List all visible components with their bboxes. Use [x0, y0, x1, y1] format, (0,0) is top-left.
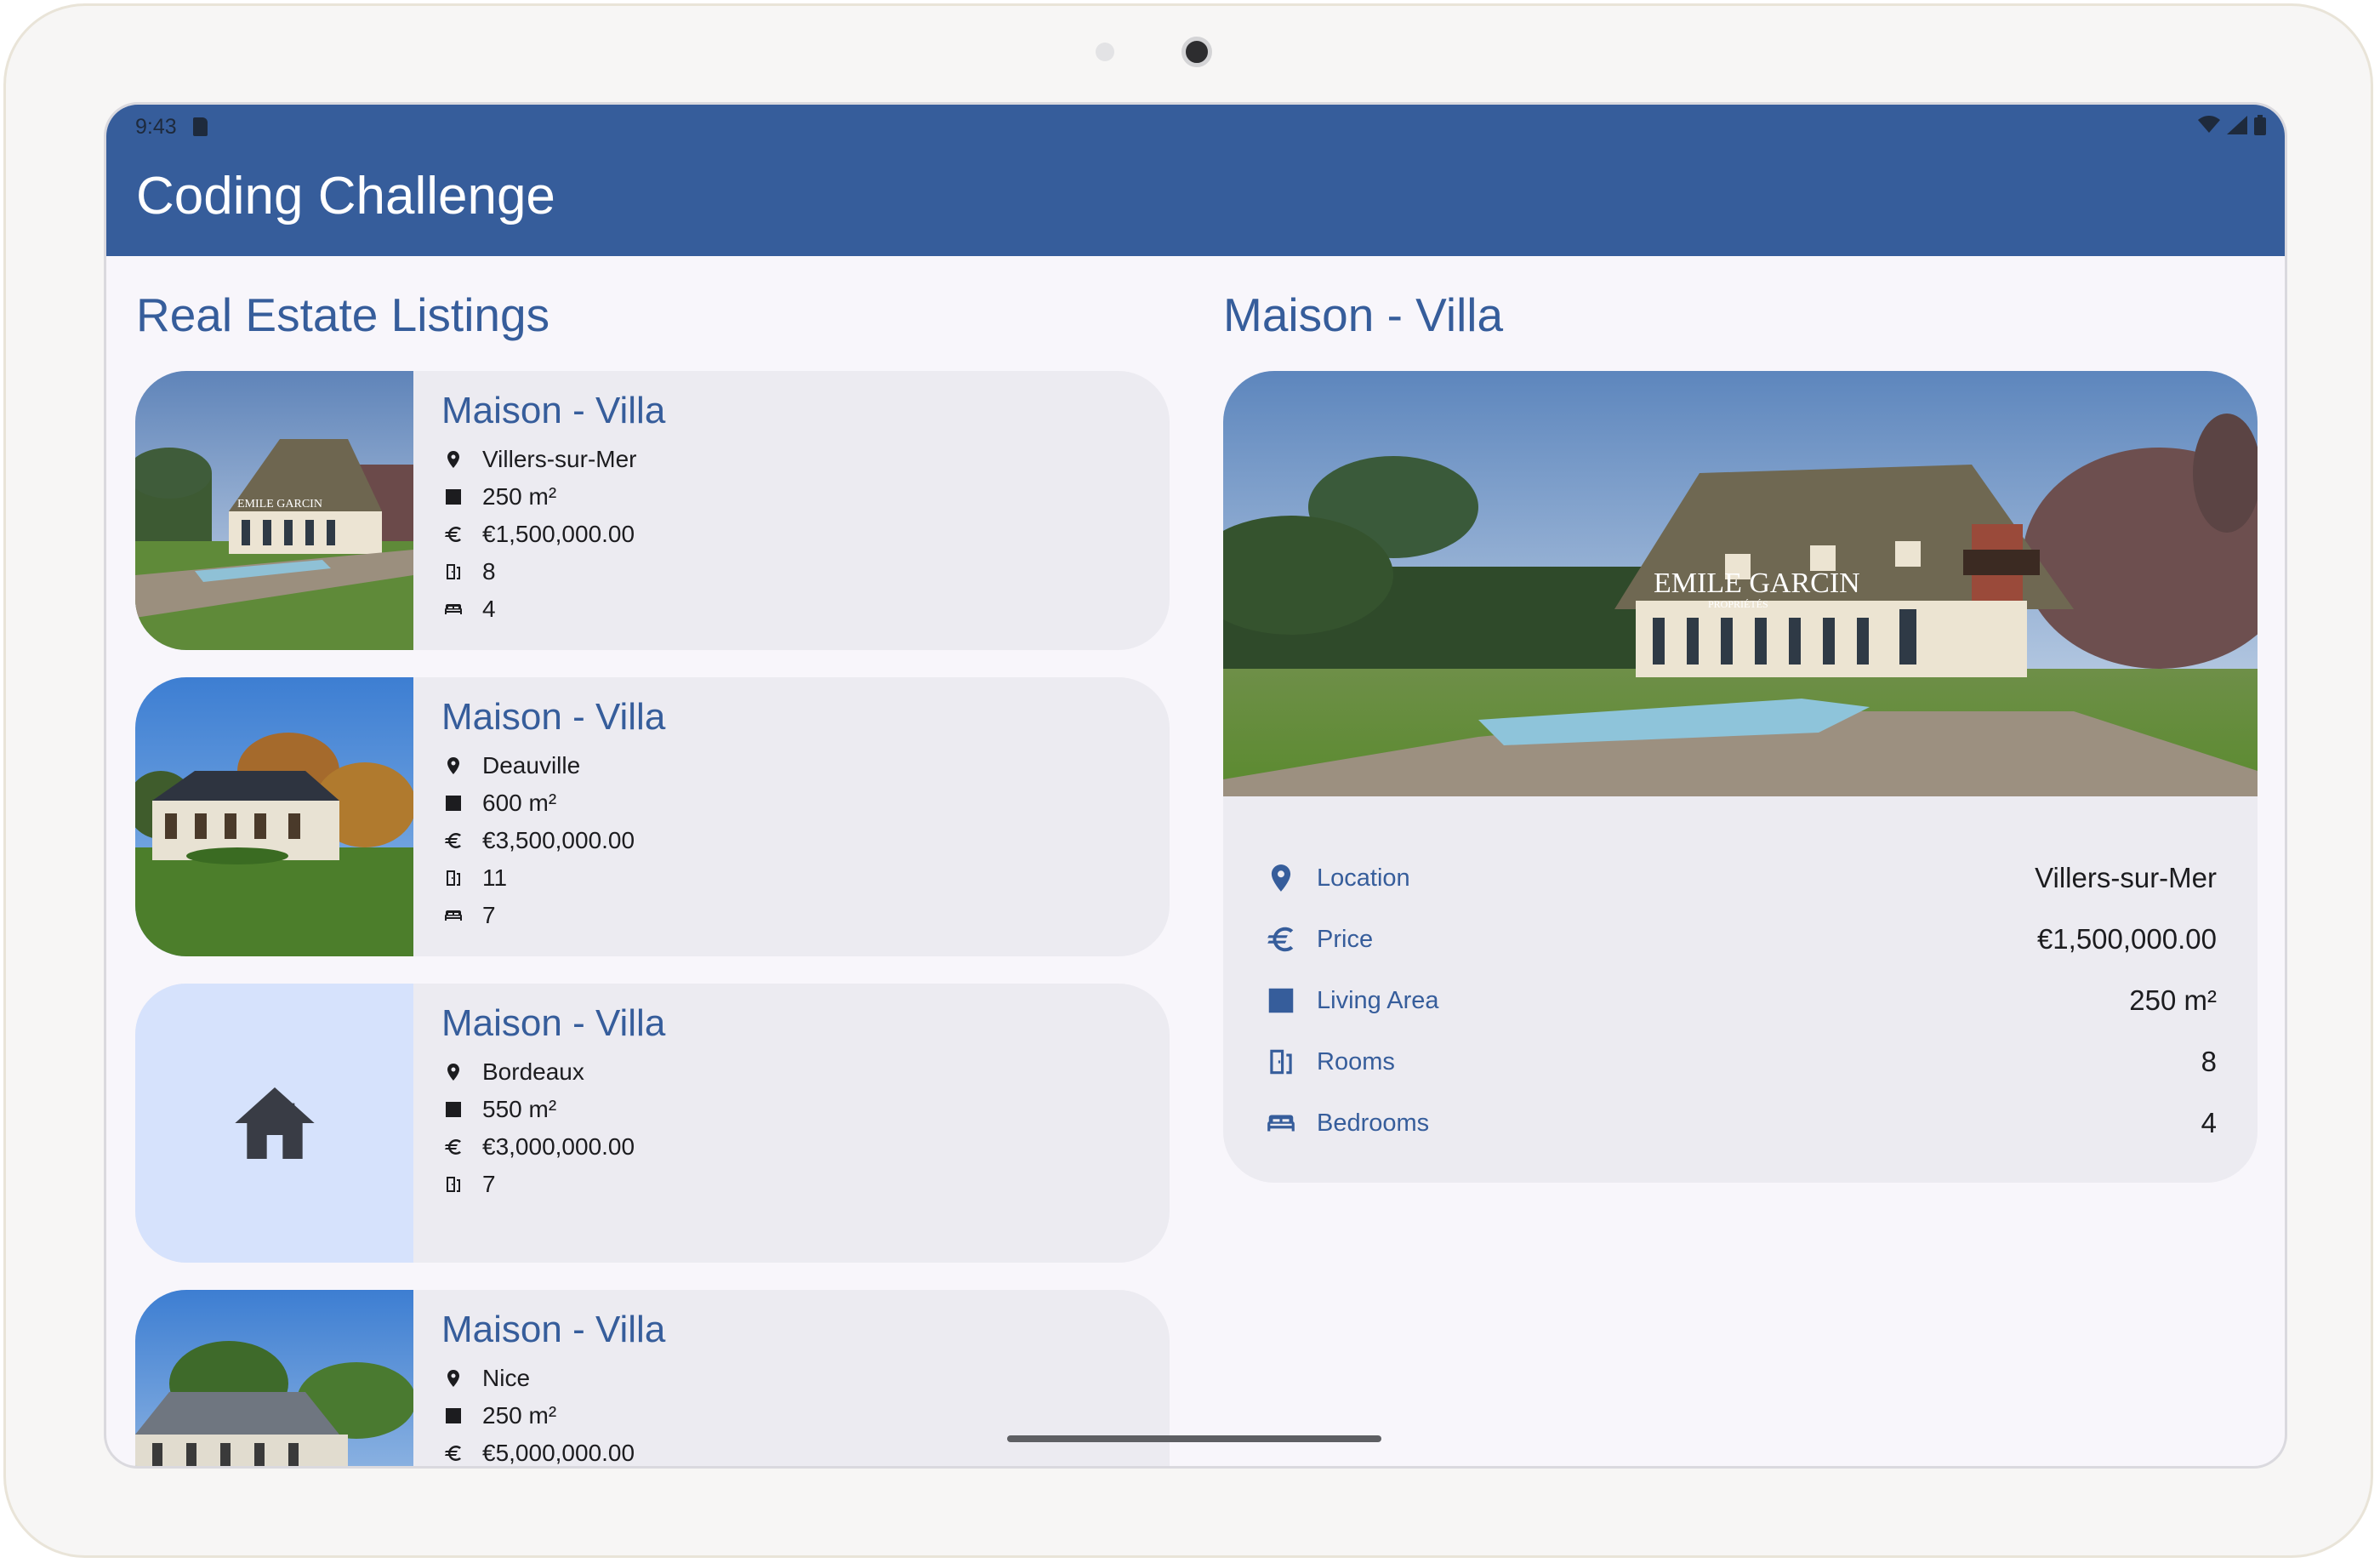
top-app-bar: 9:43 Coding Challenge: [106, 105, 2285, 256]
listing-price: €1,500,000.00: [482, 521, 635, 547]
detail-row-living-area: Living Area 250 m²: [1264, 970, 2217, 1031]
listing-price: €5,000,000.00: [482, 1440, 635, 1466]
listing-details: Maison - Villa Villers-sur-Mer 250 m² €1…: [441, 390, 665, 628]
sim-card-icon: [193, 117, 208, 136]
detail-label: Living Area: [1317, 986, 1439, 1014]
signal-icon: [2227, 116, 2247, 134]
location-pin-icon: [441, 448, 465, 471]
listing-photo: [135, 677, 413, 956]
location-pin-icon: [441, 754, 465, 778]
sensor-dot: [1096, 43, 1114, 61]
square-icon: [441, 485, 465, 509]
detail-row-location: Location Villers-sur-Mer: [1264, 847, 2217, 909]
detail-photo-watermark-sub: PROPRIÉTÉS: [1708, 598, 1768, 610]
listing-price: €3,000,000.00: [482, 1133, 635, 1160]
listing-photo-placeholder: [135, 984, 413, 1263]
status-time: 9:43: [135, 115, 177, 139]
euro-icon: [441, 1135, 465, 1159]
camera-lens: [1181, 37, 1212, 67]
listing-title: Maison - Villa: [441, 390, 666, 431]
listings-heading: Real Estate Listings: [136, 288, 550, 341]
listing-rooms: 7: [482, 1171, 496, 1197]
square-icon: [441, 1404, 465, 1428]
detail-value: 4: [2201, 1107, 2217, 1138]
listing-photo-watermark: EMILE GARCIN: [237, 498, 322, 511]
euro-icon: [1264, 922, 1298, 956]
listing-details: Maison - Villa Deauville 600 m² €3,500,0…: [441, 696, 665, 934]
detail-row-bedrooms: Bedrooms 4: [1264, 1092, 2217, 1154]
status-icons: [2198, 115, 2266, 135]
listing-area: 250 m²: [482, 483, 557, 510]
listing-photo: EMILE GARCIN: [135, 371, 413, 650]
app-screen: 9:43 Coding Challenge Real Estate Listin…: [104, 102, 2287, 1469]
euro-icon: [441, 1441, 465, 1465]
detail-row-price: Price €1,500,000.00: [1264, 909, 2217, 970]
listing-area: 550 m²: [482, 1096, 557, 1122]
listing-rooms: 8: [482, 558, 496, 585]
wifi-icon: [2198, 116, 2220, 133]
listing-city: Nice: [482, 1365, 531, 1391]
square-icon: [441, 791, 465, 815]
door-icon: [441, 560, 465, 584]
detail-heading: Maison - Villa: [1223, 288, 1504, 341]
listing-details: Maison - Villa Nice 250 m² €5,000,000.00: [441, 1309, 666, 1466]
square-icon: [441, 1098, 465, 1121]
battery-icon: [2254, 115, 2266, 135]
listing-title: Maison - Villa: [441, 1309, 666, 1350]
detail-label: Price: [1317, 925, 1374, 953]
detail-attributes: Location Villers-sur-Mer Price €1,500,00…: [1264, 847, 2217, 1154]
home-icon: [227, 1075, 322, 1171]
detail-photo: EMILE GARCIN PROPRIÉTÉS: [1223, 371, 2258, 796]
door-icon: [441, 866, 465, 890]
listing-bedrooms: 7: [482, 902, 496, 928]
square-icon: [1264, 984, 1298, 1018]
listing-area: 600 m²: [482, 790, 557, 816]
detail-value: Villers-sur-Mer: [2035, 862, 2217, 893]
listing-price: €3,500,000.00: [482, 827, 635, 853]
listing-title: Maison - Villa: [441, 1002, 666, 1044]
gesture-home-bar[interactable]: [1007, 1435, 1381, 1442]
detail-value: 250 m²: [2129, 984, 2217, 1016]
listing-title: Maison - Villa: [441, 696, 666, 738]
bed-icon: [1264, 1106, 1298, 1140]
detail-value: €1,500,000.00: [2036, 923, 2217, 955]
detail-photo-watermark: EMILE GARCIN: [1654, 568, 1860, 599]
bed-icon: [441, 597, 465, 621]
listing-city: Villers-sur-Mer: [482, 446, 637, 472]
detail-label: Bedrooms: [1317, 1109, 1430, 1137]
listing-details: Maison - Villa Bordeaux 550 m² €3,000,00…: [441, 1002, 665, 1203]
location-pin-icon: [441, 1060, 465, 1084]
listing-city: Deauville: [482, 752, 581, 779]
listing-area: 250 m²: [482, 1402, 557, 1429]
listing-rooms: 11: [482, 864, 508, 891]
app-title: Coding Challenge: [136, 167, 555, 225]
listing-city: Bordeaux: [482, 1058, 584, 1085]
listing-photo: [135, 1290, 413, 1466]
location-pin-icon: [1264, 861, 1298, 895]
listing-card[interactable]: EMILE GARCIN Maison - Villa Villers-sur-…: [135, 371, 1170, 650]
door-icon: [441, 1172, 465, 1196]
listing-card[interactable]: Maison - Villa Deauville 600 m² €3,500,0…: [135, 677, 1170, 956]
detail-value: 8: [2201, 1046, 2217, 1077]
door-icon: [1264, 1045, 1298, 1079]
euro-icon: [441, 829, 465, 853]
bed-icon: [441, 904, 465, 927]
detail-label: Location: [1317, 864, 1410, 892]
tablet-device-frame: 9:43 Coding Challenge Real Estate Listin…: [3, 3, 2373, 1558]
location-pin-icon: [441, 1366, 465, 1390]
detail-card: EMILE GARCIN PROPRIÉTÉS Location Villers…: [1223, 371, 2258, 1183]
detail-label: Rooms: [1317, 1047, 1395, 1075]
listing-bedrooms: 4: [482, 596, 496, 622]
euro-icon: [441, 522, 465, 546]
detail-row-rooms: Rooms 8: [1264, 1031, 2217, 1092]
listing-card[interactable]: Maison - Villa Bordeaux 550 m² €3,000,00…: [135, 984, 1170, 1263]
